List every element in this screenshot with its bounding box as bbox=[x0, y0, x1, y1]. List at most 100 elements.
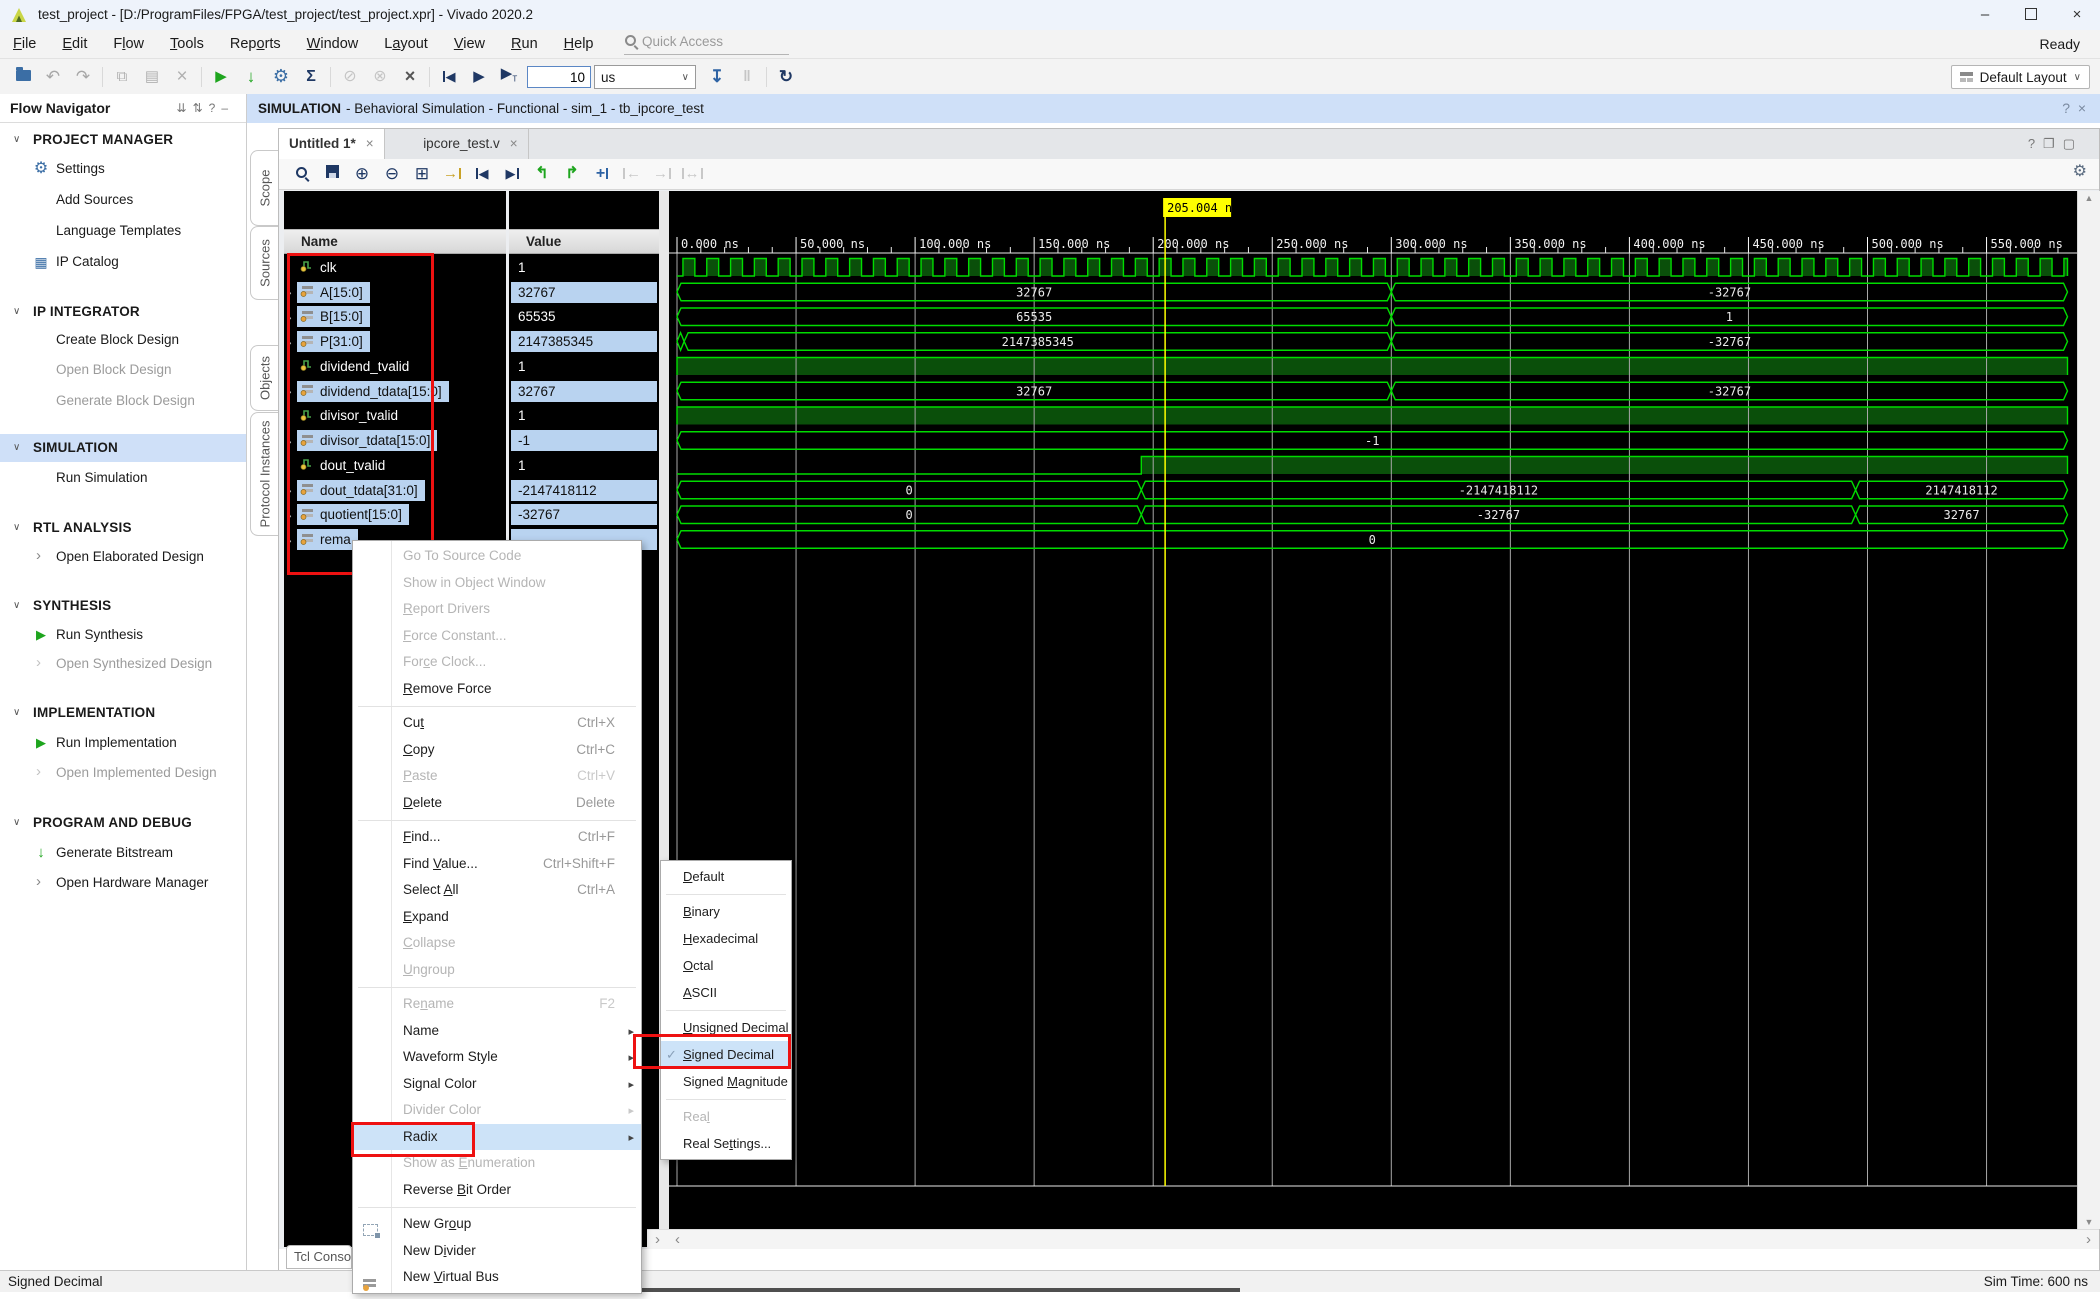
expand-signal-icon[interactable]: › bbox=[287, 383, 292, 399]
signal-value-a-15-0[interactable]: 32767 bbox=[509, 280, 659, 305]
flow-section-synthesis[interactable]: ∨SYNTHESIS bbox=[0, 592, 246, 620]
signal-row-p-31-0[interactable]: ›P[31:0] bbox=[284, 329, 506, 354]
collapse-all-icon[interactable]: ⇊ bbox=[177, 101, 193, 115]
menu-window[interactable]: Window bbox=[294, 30, 372, 58]
float-window-icon[interactable]: ❐ bbox=[2043, 136, 2063, 151]
wave-canvas[interactable]: 0.000 ns50.000 ns100.000 ns150.000 ns200… bbox=[669, 191, 2077, 1229]
flow-section-ip-integrator[interactable]: ∨IP INTEGRATOR bbox=[0, 298, 246, 326]
expand-all-icon[interactable]: ⇅ bbox=[193, 101, 209, 115]
signal-row-dout-tvalid[interactable]: dout_tvalid bbox=[284, 453, 506, 478]
menu-item-force-constant[interactable]: Force Constant... bbox=[353, 623, 641, 650]
undo-icon[interactable]: ↶ bbox=[38, 60, 68, 95]
side-tab-objects[interactable]: Objects bbox=[250, 345, 278, 411]
flow-item-open-synthesized-design[interactable]: ›Open Synthesized Design bbox=[0, 651, 246, 677]
menu-item-find-value[interactable]: Find Value...Ctrl+Shift+F bbox=[353, 851, 641, 878]
signal-value-dout-tdata-31-0[interactable]: -2147418112 bbox=[509, 478, 659, 503]
menu-item-collapse[interactable]: Collapse bbox=[353, 930, 641, 957]
menu-item-find[interactable]: Find...Ctrl+F bbox=[353, 824, 641, 851]
menu-item-show-in-object-window[interactable]: Show in Object Window bbox=[353, 570, 641, 597]
side-tab-protocol-instances[interactable]: Protocol Instances bbox=[250, 412, 278, 536]
side-tab-scope[interactable]: Scope bbox=[250, 150, 278, 226]
flow-item-open-implemented-design[interactable]: ›Open Implemented Design bbox=[0, 760, 246, 786]
menu-file[interactable]: File bbox=[0, 30, 49, 58]
menu-help[interactable]: Help bbox=[551, 30, 607, 58]
signal-value-quotient-15-0[interactable]: -32767 bbox=[509, 503, 659, 528]
close-button[interactable]: × bbox=[2054, 0, 2100, 30]
flow-section-project-manager[interactable]: ∨PROJECT MANAGER bbox=[0, 126, 246, 154]
tab-untitled-1[interactable]: Untitled 1*× bbox=[279, 129, 385, 159]
prev-marker-icon[interactable]: ← bbox=[617, 157, 647, 191]
signal-value-clk[interactable]: 1 bbox=[509, 255, 659, 280]
scroll-right-end-icon[interactable]: › bbox=[2086, 1230, 2091, 1250]
menu-item-go-to-source-code[interactable]: Go To Source Code bbox=[353, 543, 641, 570]
expand-signal-icon[interactable]: › bbox=[287, 433, 292, 449]
minimize-panel-icon[interactable]: – bbox=[221, 101, 234, 115]
tab-help-icon[interactable]: ? bbox=[2028, 136, 2043, 151]
flow-item-open-block-design[interactable]: Open Block Design bbox=[0, 357, 246, 383]
expand-arrow-icon[interactable]: › bbox=[36, 870, 41, 894]
menu-item-divider-color[interactable]: Divider Color▸ bbox=[353, 1097, 641, 1124]
name-column-header[interactable]: Name bbox=[284, 229, 506, 254]
remove-breakpoints-icon[interactable]: × bbox=[395, 59, 425, 95]
menu-item-cut[interactable]: CutCtrl+X bbox=[353, 710, 641, 737]
zoom-fit-icon[interactable]: ⊞ bbox=[407, 157, 437, 192]
menu-item-ungroup[interactable]: Ungroup bbox=[353, 957, 641, 984]
close-tab-icon[interactable]: × bbox=[366, 136, 374, 151]
banner-close-icon[interactable]: × bbox=[2078, 100, 2086, 116]
menu-item-signed-decimal[interactable]: ✓Signed Decimal bbox=[661, 1041, 791, 1068]
menu-item-real[interactable]: Real bbox=[661, 1103, 791, 1130]
flow-item-language-templates[interactable]: Language Templates bbox=[0, 218, 246, 244]
tab-tcl-console[interactable]: Tcl Consol bbox=[286, 1245, 352, 1269]
signal-value-p-31-0[interactable]: 2147385345 bbox=[509, 329, 659, 354]
signal-row-divisor-tvalid[interactable]: divisor_tvalid bbox=[284, 404, 506, 429]
close-tab-icon[interactable]: × bbox=[510, 136, 518, 151]
menu-item-octal[interactable]: Octal bbox=[661, 952, 791, 979]
signal-value-dividend-tvalid[interactable]: 1 bbox=[509, 354, 659, 379]
menu-item-select-all[interactable]: Select AllCtrl+A bbox=[353, 877, 641, 904]
flow-item-generate-bitstream[interactable]: ↓Generate Bitstream bbox=[0, 840, 246, 866]
menu-item-delete[interactable]: DeleteDelete bbox=[353, 790, 641, 817]
wave-save-icon[interactable] bbox=[317, 157, 347, 191]
menu-item-new-virtual-bus[interactable]: New Virtual Bus bbox=[353, 1264, 641, 1291]
next-transition-icon[interactable]: ↱ bbox=[557, 157, 587, 191]
wave-search-icon[interactable] bbox=[287, 157, 317, 191]
menu-item-new-divider[interactable]: New Divider bbox=[353, 1238, 641, 1265]
quick-access-search[interactable]: Quick Access bbox=[624, 30, 789, 55]
break-icon[interactable]: ‖ bbox=[732, 60, 762, 94]
menu-item-radix[interactable]: Radix▸ bbox=[353, 1124, 641, 1151]
open-file-icon[interactable] bbox=[8, 60, 38, 94]
menu-view[interactable]: View bbox=[441, 30, 498, 58]
run-all-icon[interactable]: ▶ bbox=[464, 60, 494, 94]
menu-item-new-group[interactable]: New Group bbox=[353, 1211, 641, 1238]
breakpoint-icon[interactable]: ⊘ bbox=[335, 60, 365, 94]
flow-item-settings[interactable]: ⚙Settings bbox=[0, 156, 246, 182]
menu-tools[interactable]: Tools bbox=[157, 30, 217, 58]
zoom-out-icon[interactable]: ⊖ bbox=[377, 157, 407, 192]
layout-selector[interactable]: Default Layout ∨ bbox=[1951, 65, 2090, 89]
side-tab-sources[interactable]: Sources bbox=[250, 226, 278, 300]
signal-value-divisor-tvalid[interactable]: 1 bbox=[509, 404, 659, 429]
signal-row-quotient-15-0[interactable]: ›quotient[15:0] bbox=[284, 503, 506, 528]
maximize-button[interactable] bbox=[2008, 0, 2054, 30]
flow-item-generate-block-design[interactable]: Generate Block Design bbox=[0, 388, 246, 414]
signal-row-a-15-0[interactable]: ›A[15:0] bbox=[284, 280, 506, 305]
sim-time-input[interactable] bbox=[527, 66, 591, 88]
swap-cursors-icon[interactable]: ↔ bbox=[677, 157, 707, 191]
flow-section-simulation[interactable]: ∨SIMULATION bbox=[0, 434, 246, 462]
menu-item-force-clock[interactable]: Force Clock... bbox=[353, 649, 641, 676]
expand-signal-icon[interactable]: › bbox=[287, 284, 292, 300]
signal-row-dout-tdata-31-0[interactable]: ›dout_tdata[31:0] bbox=[284, 478, 506, 503]
flow-item-open-hardware-manager[interactable]: ›Open Hardware Manager bbox=[0, 870, 246, 896]
signal-row-divisor-tdata-15-0[interactable]: ›divisor_tdata[15:0] bbox=[284, 428, 506, 453]
flow-item-run-simulation[interactable]: Run Simulation bbox=[0, 465, 246, 491]
wave-settings-gear-icon[interactable]: ⚙ bbox=[2073, 161, 2087, 181]
tab-ipcore-test-v[interactable]: ipcore_test.v× bbox=[413, 129, 528, 159]
relaunch-icon[interactable]: ↻ bbox=[771, 60, 801, 95]
menu-item-remove-force[interactable]: Remove Force bbox=[353, 676, 641, 703]
menu-item-signal-color[interactable]: Signal Color▸ bbox=[353, 1071, 641, 1098]
signal-value-b-15-0[interactable]: 65535 bbox=[509, 305, 659, 330]
copy-icon[interactable]: ⧉ bbox=[107, 60, 137, 94]
expand-arrow-icon[interactable]: › bbox=[36, 544, 41, 568]
menu-item-binary[interactable]: Binary bbox=[661, 898, 791, 925]
signal-row-dividend-tvalid[interactable]: dividend_tvalid bbox=[284, 354, 506, 379]
